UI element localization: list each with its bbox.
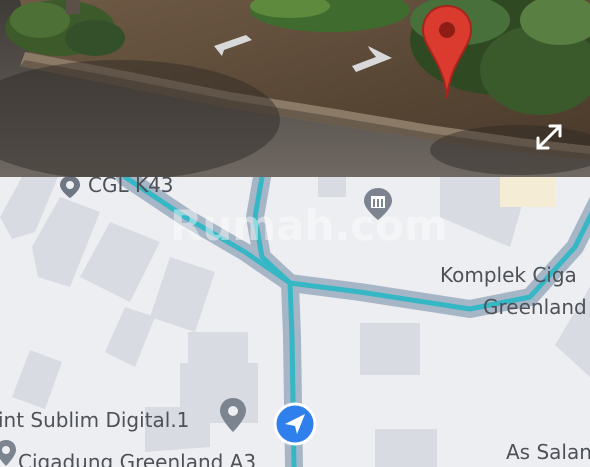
map-label-komplek-2[interactable]: Greenland — [483, 297, 587, 317]
location-pin-icon[interactable] — [218, 397, 248, 433]
map-label-cgl[interactable]: CGL K43 — [88, 177, 174, 195]
street-view-photo — [0, 0, 590, 177]
expand-arrows-icon[interactable] — [528, 116, 570, 158]
map-label-print-sublim[interactable]: int Sublim Digital.1 — [0, 410, 189, 430]
street-view-panel[interactable] — [0, 0, 590, 177]
map-label-as-salam[interactable]: As Salan — [506, 442, 590, 462]
red-location-pin-icon — [421, 4, 473, 99]
watermark: Rumah.com — [170, 201, 448, 250]
location-pin-icon[interactable] — [0, 439, 18, 467]
museum-pin-icon[interactable] — [362, 187, 394, 221]
navigation-arrow-icon[interactable] — [273, 402, 317, 446]
map-label-komplek-1[interactable]: Komplek Ciga — [440, 265, 577, 285]
location-pin-icon[interactable] — [58, 177, 82, 199]
map-label-cigadung[interactable]: Cigadung Greenland A3 — [18, 452, 256, 467]
